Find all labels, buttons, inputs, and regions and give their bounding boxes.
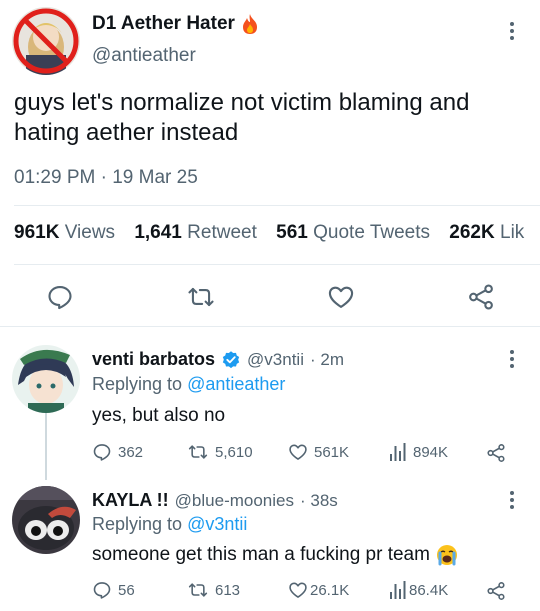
reply-text-body: someone get this man a fucking pr team [92,544,430,565]
view-count-value: 86.4K [409,581,449,599]
replying-to-prefix: Replying to [92,374,183,394]
author-display-name[interactable]: D1 Aether Hater [92,13,235,35]
replying-to-handle[interactable]: @v3ntii [187,514,247,534]
replying-to-handle[interactable]: @antieather [187,374,285,394]
reply-icon [93,582,111,599]
tweet-text-line-2: hating aether instead [14,119,239,146]
timestamp-separator: · [100,167,107,188]
like-icon [289,444,307,460]
fire-emoji-icon [241,13,259,35]
tweet-text-line-1: guys let's normalize not victim blaming … [14,89,470,116]
reply-display-name[interactable]: KAYLA !! [92,490,169,511]
reply-count[interactable]: 362 [92,442,143,462]
reply-metrics: 56 613 26.1K 86.4K [92,580,522,604]
thread-line [45,412,47,480]
views-count[interactable]: 961K [14,222,59,243]
quote-tweets-label[interactable]: Quote Tweets [313,222,430,243]
like-count-value: 561K [314,443,350,461]
divider [14,264,540,265]
view-count[interactable]: 894K [389,442,448,462]
retweets-label[interactable]: Retweet [187,222,257,243]
retweet-count[interactable]: 5,610 [187,442,253,462]
views-icon [390,581,406,599]
retweet-count-value: 5,610 [215,443,253,461]
likes-count[interactable]: 262K [449,222,494,243]
reply-icon [93,444,111,461]
likes-label[interactable]: Lik [500,222,524,243]
crying-emoji-icon [436,544,458,566]
tweet-text: guys let's normalize not victim blaming … [14,88,534,148]
tweet-time: 01:29 PM [14,167,96,188]
views-label[interactable]: Views [65,222,115,243]
reply-count-value: 56 [118,581,135,599]
share-icon[interactable] [486,443,506,463]
reply-count-value: 362 [118,443,144,461]
tweet-date: 19 Mar 25 [112,167,198,188]
reply-text: yes, but also no [92,405,226,426]
divider [14,205,540,206]
reply-metrics: 362 5,610 561K 894K [92,442,522,466]
verified-badge-icon [221,350,241,370]
reply-time: · 2m [309,349,344,369]
like-count[interactable]: 561K [288,442,349,462]
reply-count[interactable]: 56 [92,580,135,600]
reply-display-name[interactable]: venti barbatos [92,349,215,370]
replying-to: Replying to @antieather [92,374,285,395]
tweet-timestamp[interactable]: 01:29 PM · 19 Mar 25 [14,167,198,189]
share-icon[interactable] [486,581,506,601]
views-icon [390,443,406,461]
retweet-icon [188,445,208,459]
reply-icon[interactable] [46,283,74,311]
retweets-count[interactable]: 1,641 [134,222,182,243]
view-count[interactable]: 86.4K [389,580,448,600]
share-icon[interactable] [467,283,495,311]
more-options-icon[interactable] [502,488,522,512]
like-count-value: 26.1K [310,581,350,599]
reply-handle[interactable]: @blue-moonies [175,491,294,511]
retweet-count-value: 613 [215,581,241,599]
like-count[interactable]: 26.1K [288,580,349,600]
view-count-value: 894K [413,443,449,461]
reply-header: KAYLA !! @blue-moonies · 38s [92,490,338,511]
author-avatar[interactable] [12,7,80,75]
retweet-icon[interactable] [186,283,216,311]
like-icon[interactable] [327,283,355,311]
reply-avatar[interactable] [12,345,80,413]
quote-tweets-count[interactable]: 561 [276,222,308,243]
retweet-count[interactable]: 613 [187,580,240,600]
reply-header: venti barbatos @v3ntii · 2m [92,349,344,370]
reply-avatar[interactable] [12,486,80,554]
replying-to-prefix: Replying to [92,514,183,534]
reply-time: · 38s [300,490,338,510]
author-handle[interactable]: @antieather [92,45,196,67]
replying-to: Replying to @v3ntii [92,514,247,535]
tweet-stats: 961K Views 1,641 Retweet 561 Quote Tweet… [14,222,524,244]
reply-text: someone get this man a fucking pr team [92,544,458,566]
divider [0,326,540,327]
more-options-icon[interactable] [502,19,522,43]
like-icon [289,582,307,598]
reply-handle[interactable]: @v3ntii [247,350,304,370]
more-options-icon[interactable] [502,347,522,371]
retweet-icon [188,583,208,597]
